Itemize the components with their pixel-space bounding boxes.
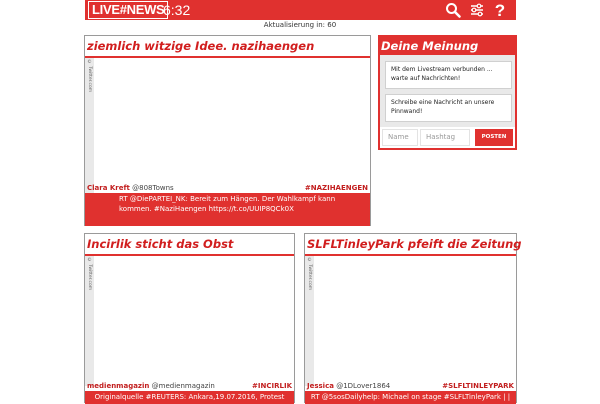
card-meta: medienmagazin @medienmagazin #INCIRLIK (87, 381, 292, 391)
hashtag-label[interactable]: #NAZIHAENGEN (305, 183, 368, 193)
refresh-countdown: Aktualisierung in: 60 (0, 20, 600, 30)
app-logo[interactable]: LIVE#NEWS (88, 1, 169, 19)
name-input[interactable]: Name (382, 129, 418, 146)
opinion-body: Mit dem Livestream verbunden ... warte a… (380, 55, 515, 148)
sliders-icon[interactable] (466, 0, 488, 20)
card-meta: Jessica @1DLover1864 #SLFLTINLEYPARK (307, 381, 514, 391)
author-handle[interactable]: @1DLover1864 (336, 382, 390, 390)
card-title[interactable]: Incirlik sticht das Obst (87, 236, 233, 252)
help-icon[interactable]: ? (489, 0, 511, 20)
message-bar: Originalquelle #REUTERS: Ankara,19.07.20… (85, 391, 294, 404)
prompt-message: Schreibe eine Nachricht an unsere Pinnwa… (385, 94, 512, 122)
source-label: © Twitter.com (87, 60, 92, 93)
message-bar: RT @DiePARTEI_NK: Bereit zum Hängen. Der… (85, 193, 370, 226)
refresh-seconds: 60 (327, 21, 337, 29)
status-message: Mit dem Livestream verbunden ... warte a… (385, 61, 512, 89)
top-bar: LIVE#NEWS 6:32 ? (85, 0, 516, 20)
author-name[interactable]: medienmagazin (87, 382, 149, 390)
hashtag-label[interactable]: #INCIRLIK (252, 381, 292, 391)
author-handle[interactable]: @medienmagazin (152, 382, 215, 390)
source-label: © Twitter.com (87, 258, 92, 291)
author-name[interactable]: Clara Kreft (87, 184, 130, 192)
refresh-label: Aktualisierung in: (263, 21, 326, 29)
opinion-title: Deine Meinung (381, 39, 479, 53)
author-handle[interactable]: @808Towns (132, 184, 174, 192)
post-form: Name Hashtag POSTEN (380, 127, 515, 148)
news-card[interactable]: SLFLTinleyPark pfeift die Zeitung © Twit… (304, 233, 522, 404)
post-button[interactable]: POSTEN (475, 129, 513, 146)
clock: 6:32 (163, 2, 191, 18)
hashtag-input[interactable]: Hashtag (420, 129, 470, 146)
embedded-media[interactable]: © Twitter.com (305, 256, 516, 386)
news-card[interactable]: ziemlich witzige Idee. nazihaengen © Twi… (84, 35, 371, 226)
message-bar: RT @5sosDailyhelp: Michael on stage #SLF… (305, 391, 516, 404)
author-name[interactable]: Jessica (307, 382, 334, 390)
news-card[interactable]: Incirlik sticht das Obst © Twitter.com m… (84, 233, 295, 404)
source-label: © Twitter.com (307, 258, 312, 291)
svg-text:?: ? (495, 1, 505, 19)
message-text: RT @DiePARTEI_NK: Bereit zum Hängen. Der… (119, 195, 336, 213)
opinion-panel: Deine Meinung Mit dem Livestream verbund… (378, 35, 517, 150)
card-meta: Clara Kreft @808Towns #NAZIHAENGEN (87, 183, 368, 193)
hashtag-label[interactable]: #SLFLTINLEYPARK (442, 381, 514, 391)
source-strip: © Twitter.com (305, 256, 314, 386)
search-icon[interactable] (442, 0, 464, 20)
card-title[interactable]: ziemlich witzige Idee. nazihaengen (87, 38, 314, 54)
source-strip: © Twitter.com (85, 256, 94, 386)
card-title[interactable]: SLFLTinleyPark pfeift die Zeitung (307, 236, 522, 252)
embedded-media[interactable]: © Twitter.com (85, 256, 294, 386)
